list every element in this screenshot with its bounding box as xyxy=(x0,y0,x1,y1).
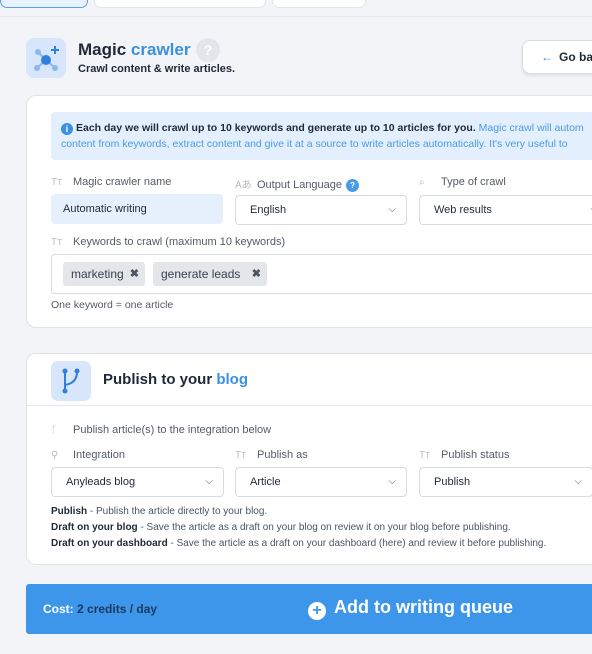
description-term: Publish xyxy=(51,506,88,517)
text-type-icon: TT xyxy=(51,177,63,188)
keyword-tag-label: generate leads xyxy=(161,267,241,281)
text-type-icon: TT xyxy=(51,237,63,248)
integration-hint-text: Publish article(s) to the integration be… xyxy=(73,424,272,436)
description-text: - Save the article as a draft on your da… xyxy=(167,538,547,549)
keywords-input[interactable]: marketing ✖ generate leads ✖ xyxy=(51,254,592,294)
publish-as-value: Article xyxy=(250,476,281,488)
integration-label-text: Integration xyxy=(73,449,125,461)
publish-status-label-text: Publish status xyxy=(441,449,510,461)
keyword-tag-label: marketing xyxy=(71,267,124,281)
keyword-tag: marketing ✖ xyxy=(63,262,145,286)
go-back-label: Go back xyxy=(559,50,592,64)
top-divider xyxy=(0,16,592,17)
publish-description: Publish - Publish the article directly t… xyxy=(51,506,267,517)
keyword-hint: One keyword = one article xyxy=(51,299,174,311)
publish-as-label-text: Publish as xyxy=(257,449,308,461)
branch-small-icon: ᚴ xyxy=(51,425,57,436)
draft-dashboard-description: Draft on your dashboard - Save the artic… xyxy=(51,538,546,549)
publish-as-select[interactable]: Article ⌵ xyxy=(235,467,407,497)
publish-title-main: Publish to your xyxy=(103,371,213,388)
output-language-label-text: Output Language xyxy=(257,179,343,191)
arrow-left-icon: ← xyxy=(541,50,553,64)
remove-tag-icon[interactable]: ✖ xyxy=(252,262,261,286)
info-icon: i xyxy=(61,123,73,135)
publish-title: Publish to your blog xyxy=(103,371,248,388)
help-icon[interactable]: ? xyxy=(196,38,220,62)
output-language-value: English xyxy=(250,204,287,216)
description-text: - Save the article as a draft on your bl… xyxy=(137,522,511,533)
cost-value: 2 credits / day xyxy=(77,602,158,616)
publish-as-label: TT Publish as xyxy=(235,449,308,461)
integration-hint: ᚴ Publish article(s) to the integration b… xyxy=(51,424,271,436)
language-help-icon[interactable]: ? xyxy=(346,179,360,192)
page-title: Magic crawler xyxy=(78,40,190,60)
title-accent: crawler xyxy=(130,40,191,59)
crawler-name-label: TT Magic crawler name xyxy=(51,176,171,188)
crawl-type-label-text: Type of crawl xyxy=(441,176,506,188)
translate-icon: Aあ xyxy=(235,180,252,191)
crawler-name-label-text: Magic crawler name xyxy=(73,176,172,188)
publish-status-label: TT Publish status xyxy=(419,449,509,461)
crawl-type-select[interactable]: Web results ⌵ xyxy=(419,195,592,225)
publish-status-value: Publish xyxy=(434,476,471,488)
branch-icon xyxy=(51,361,91,401)
keyword-tag: generate leads ✖ xyxy=(153,262,267,286)
output-language-select[interactable]: English ⌵ xyxy=(235,195,407,225)
info-banner: i Each day we will crawl up to 10 keyword… xyxy=(51,112,592,160)
tab-third[interactable] xyxy=(272,0,366,8)
add-to-queue-label: Add to writing queue xyxy=(334,597,513,617)
go-back-button[interactable]: ← Go back xyxy=(522,40,592,74)
integration-label: ⚲ Integration xyxy=(51,449,125,461)
chevron-down-icon: ⌵ xyxy=(388,476,396,487)
description-term: Draft on your dashboard xyxy=(51,538,168,549)
publish-title-accent: blog xyxy=(216,371,248,388)
plus-circle-icon: + xyxy=(308,602,326,620)
magic-crawler-icon xyxy=(26,38,66,78)
tab-second[interactable] xyxy=(94,0,266,8)
publish-header: Publish to your blog xyxy=(27,354,592,406)
crawler-settings-card: i Each day we will crawl up to 10 keyword… xyxy=(26,95,592,328)
crawler-name-input[interactable]: Automatic writing xyxy=(51,194,223,224)
publish-status-select[interactable]: Publish ⌵ xyxy=(419,467,592,497)
info-text-1: Magic crawl will autom xyxy=(475,122,584,134)
description-text: - Publish the article directly to your b… xyxy=(87,506,268,517)
info-text-2: content from keywords, extract content a… xyxy=(61,138,568,150)
keywords-label-text: Keywords to crawl (maximum 10 keywords) xyxy=(73,236,286,248)
chevron-down-icon: ⌵ xyxy=(388,204,396,215)
title-main: Magic xyxy=(78,40,127,59)
draft-blog-description: Draft on your blog - Save the article as… xyxy=(51,522,511,533)
queue-bar: Cost: 2 credits / day + Add to writing qu… xyxy=(26,584,592,634)
text-type-icon: TT xyxy=(419,450,431,461)
link-icon: ⚲ xyxy=(51,450,59,461)
top-tabs xyxy=(0,0,592,8)
output-language-label: Aあ Output Language? xyxy=(235,176,360,192)
cost-display: Cost: 2 credits / day xyxy=(43,602,157,616)
page-header: Magic crawler ? Crawl content & write ar… xyxy=(26,36,592,96)
cost-label: Cost: xyxy=(43,602,74,616)
info-bold-text: Each day we will crawl up to 10 keywords… xyxy=(76,122,476,134)
crawl-type-label: ⌕ Type of crawl xyxy=(419,176,506,188)
chevron-down-icon: ⌵ xyxy=(205,476,213,487)
text-type-icon: TT xyxy=(235,450,247,461)
keywords-label: TT Keywords to crawl (maximum 10 keywords… xyxy=(51,236,285,248)
remove-tag-icon[interactable]: ✖ xyxy=(130,262,139,286)
integration-value: Anyleads blog xyxy=(66,476,136,488)
page-subtitle: Crawl content & write articles. xyxy=(78,63,236,75)
search-icon: ⌕ xyxy=(419,177,425,188)
integration-select[interactable]: Anyleads blog ⌵ xyxy=(51,467,224,497)
add-to-queue-button[interactable]: + Add to writing queue xyxy=(308,597,513,620)
chevron-down-icon: ⌵ xyxy=(574,476,582,487)
tab-magic-crawler[interactable] xyxy=(0,0,88,8)
crawl-type-value: Web results xyxy=(434,204,492,216)
description-term: Draft on your blog xyxy=(51,522,138,533)
publish-card: Publish to your blog ᚴ Publish article(s)… xyxy=(26,353,592,565)
